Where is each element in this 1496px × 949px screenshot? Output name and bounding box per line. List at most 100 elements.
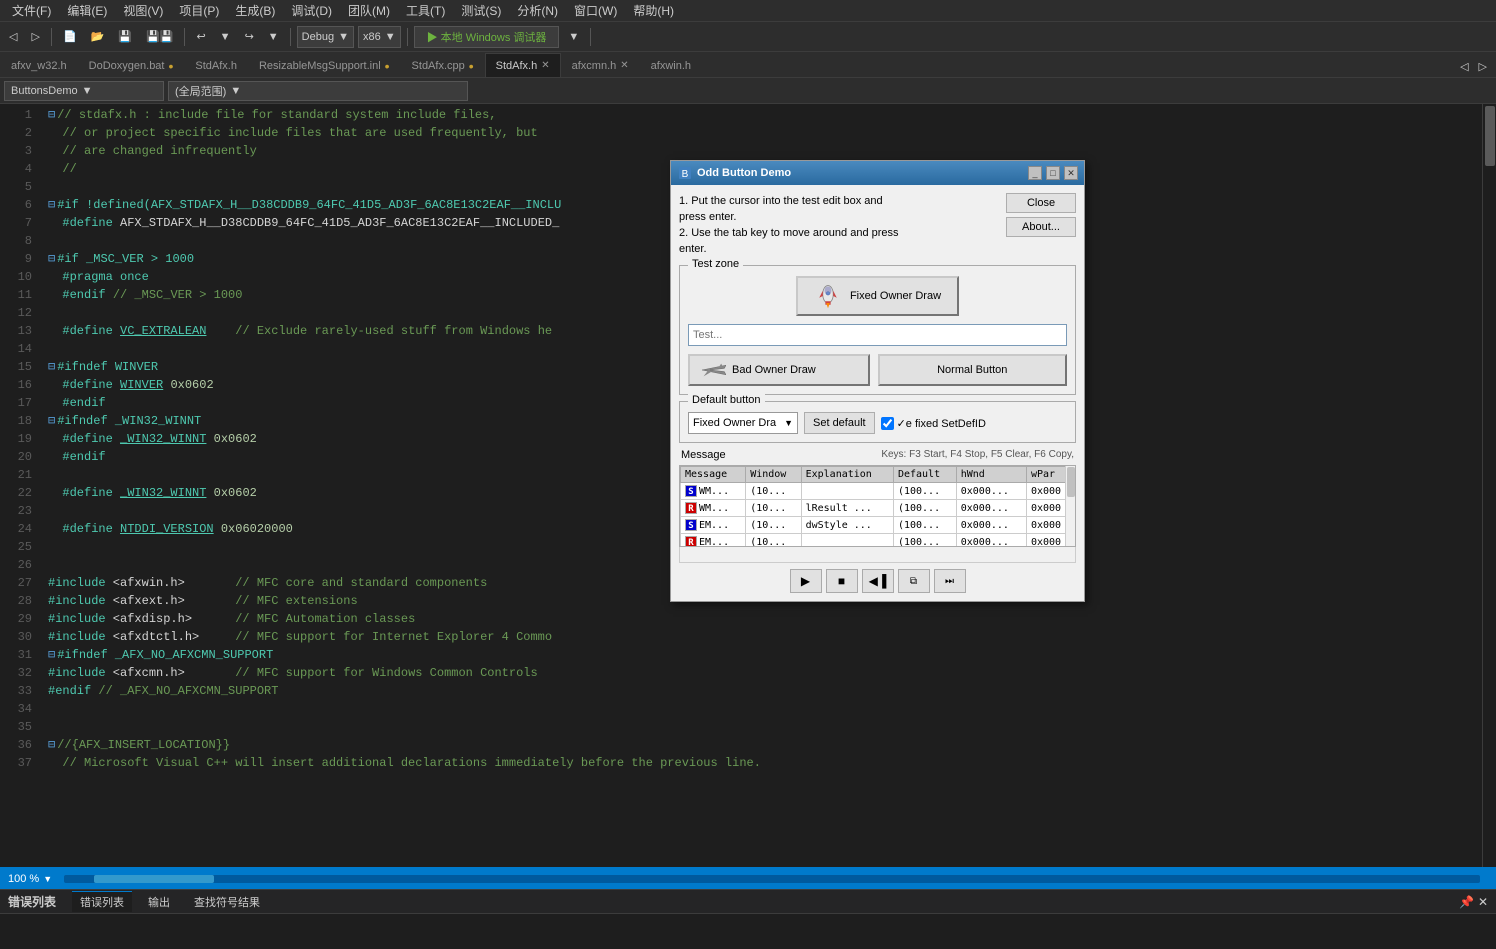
table-row: SEM... (10... dwStyle ... (100... 0x000.… (681, 517, 1075, 534)
scope-dropdown[interactable]: (全局范围) ▼ (168, 81, 468, 101)
skip-btn[interactable]: ⏭ (934, 569, 966, 593)
tab-resizable[interactable]: ResizableMsgSupport.inl • (248, 53, 401, 77)
code-line-3: // are changed infrequently (48, 142, 1482, 160)
plane-icon (702, 360, 726, 380)
zoom-dropdown-icon[interactable]: ▼ (43, 874, 52, 884)
badge-s-1: S (685, 485, 697, 497)
menu-view[interactable]: 视图(V) (115, 0, 171, 21)
tabbar: afxv_w32.h DoDoxygen.bat • StdAfx.h Resi… (0, 52, 1496, 78)
code-line-34 (48, 700, 1482, 718)
normal-button[interactable]: Normal Button (878, 354, 1068, 386)
fixed-owner-draw-label: Fixed Owner Draw (850, 290, 941, 302)
fixed-owner-draw-button[interactable]: Fixed Owner Draw (796, 276, 959, 316)
statusbar: 100 % ▼ (0, 867, 1496, 891)
project-dropdown[interactable]: ButtonsDemo ▼ (4, 81, 164, 101)
toolbar-sep1 (51, 28, 52, 46)
tab-afxv[interactable]: afxv_w32.h (0, 53, 78, 77)
stop-btn[interactable]: ■ (826, 569, 858, 593)
arch-dropdown[interactable]: x86 ▼ (358, 26, 401, 48)
table-row: RWM... (10... lResult ... (100... 0x000.… (681, 500, 1075, 517)
message-table: Message Window Explanation Default hWnd … (680, 466, 1075, 547)
about-button[interactable]: About... (1006, 217, 1076, 237)
horizontal-scrollbar[interactable] (64, 875, 1480, 883)
toolbar-open-btn[interactable]: 📂 (86, 26, 110, 48)
menu-analyze[interactable]: 分析(N) (509, 0, 566, 21)
menu-project[interactable]: 项目(P) (171, 0, 227, 21)
tab-stdafx-cpp[interactable]: StdAfx.cpp • (401, 53, 485, 77)
dialog-top-row: 1. Put the cursor into the test edit box… (679, 193, 1076, 257)
menu-tools[interactable]: 工具(T) (398, 0, 453, 21)
message-header: Message Keys: F3 Start, F4 Stop, F5 Clea… (679, 449, 1076, 461)
toolbar-redo-btn[interactable]: ↪ (240, 26, 259, 48)
play-btn[interactable]: ▶ (790, 569, 822, 593)
toolbar-redo-drop-btn[interactable]: ▼ (263, 26, 284, 48)
toolbar-undo-btn[interactable]: ↩ (191, 26, 210, 48)
badge-s-2: S (685, 519, 697, 531)
dialog-odd-button-demo: B Odd Button Demo _ □ ✕ 1. Put the curso… (670, 160, 1085, 602)
toolbar-back-btn[interactable]: ◁ (4, 26, 22, 48)
copy-btn[interactable]: ⧉ (898, 569, 930, 593)
code-line-2: // or project specific include files tha… (48, 124, 1482, 142)
menu-build[interactable]: 生成(B) (227, 0, 283, 21)
run-dropdown-btn[interactable]: ▼ (563, 26, 584, 48)
error-tab-errors[interactable]: 错误列表 (72, 891, 132, 912)
tab-scroll-right[interactable]: ▷ (1474, 55, 1492, 77)
tab-afxcmn[interactable]: afxcmn.h ✕ (561, 53, 640, 77)
checkbox-label: ✓e fixed SetDefID (897, 417, 986, 430)
code-line-30: #include <afxdtctl.h> // MFC support for… (48, 628, 1482, 646)
line-numbers: 12345 678910 1112131415 1617181920 21222… (0, 104, 40, 867)
step-btn[interactable]: ◀▐ (862, 569, 894, 593)
tab-dodoxygen[interactable]: DoDoxygen.bat • (78, 53, 185, 77)
toolbar-save-btn[interactable]: 💾 (113, 26, 137, 48)
test-zone-groupbox: Test zone Fixe (679, 265, 1076, 395)
table-scrollbar-thumb[interactable] (1067, 467, 1075, 497)
toolbar-save-all-btn[interactable]: 💾💾 (141, 26, 178, 48)
editor-scrollbar[interactable] (1482, 104, 1496, 867)
fixed-setdefid-checkbox[interactable] (881, 417, 894, 430)
message-keys-hint: Keys: F3 Start, F4 Stop, F5 Clear, F6 Co… (881, 449, 1074, 461)
dialog-maximize-btn[interactable]: □ (1046, 166, 1060, 180)
menu-help[interactable]: 帮助(H) (625, 0, 682, 21)
menu-team[interactable]: 团队(M) (340, 0, 398, 21)
dialog-close-btn[interactable]: ✕ (1064, 166, 1078, 180)
error-panel-pin-btn[interactable]: 📌 (1459, 895, 1474, 909)
default-dropdown[interactable]: Fixed Owner Dra ▼ (688, 412, 798, 434)
menu-file[interactable]: 文件(F) (4, 0, 59, 21)
toolbar-forward-btn[interactable]: ▷ (26, 26, 44, 48)
tab-scroll-left[interactable]: ◁ (1455, 55, 1473, 77)
col-default: Default (893, 467, 956, 483)
bad-owner-draw-button[interactable]: Bad Owner Draw (688, 354, 870, 386)
tab-stdafx-active[interactable]: StdAfx.h ✕ (485, 53, 561, 77)
col-window: Window (746, 467, 801, 483)
code-line-37: // Microsoft Visual C++ will insert addi… (48, 754, 1482, 772)
scrollbar-thumb[interactable] (1485, 106, 1495, 166)
menu-window[interactable]: 窗口(W) (566, 0, 625, 21)
error-panel-close-btn[interactable]: ✕ (1478, 895, 1488, 909)
h-scrollbar-thumb[interactable] (94, 875, 214, 883)
error-tab-find-symbols[interactable]: 查找符号结果 (186, 892, 268, 912)
dialog-body: 1. Put the cursor into the test edit box… (671, 185, 1084, 601)
set-default-button[interactable]: Set default (804, 412, 875, 434)
table-row: REM... (10... (100... 0x000... 0x000 (681, 534, 1075, 548)
config-dropdown[interactable]: Debug ▼ (297, 26, 354, 48)
close-button[interactable]: Close (1006, 193, 1076, 213)
code-line-33: #endif // _AFX_NO_AFXCMN_SUPPORT (48, 682, 1482, 700)
test-input[interactable] (688, 324, 1067, 346)
error-panel-controls: 📌 ✕ (1459, 895, 1488, 909)
menu-debug[interactable]: 调试(D) (283, 0, 340, 21)
badge-r-2: R (685, 536, 697, 547)
menu-edit[interactable]: 编辑(E) (59, 0, 115, 21)
toolbar-new-btn[interactable]: 📄 (58, 26, 82, 48)
dialog-title: Odd Button Demo (697, 167, 1024, 179)
tab-stdafx[interactable]: StdAfx.h (184, 53, 248, 77)
table-row: SWM... (10... (100... 0x000... 0x000 (681, 483, 1075, 500)
run-btn[interactable]: ▶ 本地 Windows 调试器 (414, 26, 560, 48)
toolbar-undo-drop-btn[interactable]: ▼ (215, 26, 236, 48)
tab-afxwin[interactable]: afxwin.h (640, 53, 702, 77)
error-tab-output[interactable]: 输出 (140, 892, 178, 912)
table-scrollbar[interactable] (1065, 466, 1075, 546)
dialog-minimize-btn[interactable]: _ (1028, 166, 1042, 180)
menu-test[interactable]: 测试(S) (453, 0, 509, 21)
code-line-29: #include <afxdisp.h> // MFC Automation c… (48, 610, 1482, 628)
dialog-instructions: 1. Put the cursor into the test edit box… (679, 193, 998, 257)
